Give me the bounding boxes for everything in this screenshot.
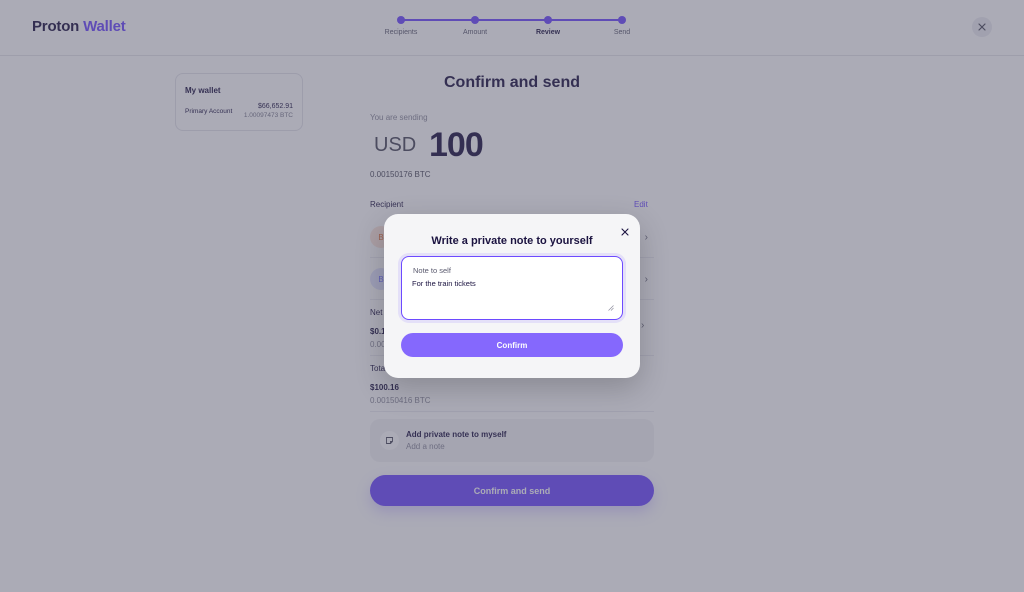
note-field-wrapper[interactable]: Note to self For the train tickets <box>401 256 623 320</box>
note-field-label: Note to self <box>413 266 451 275</box>
modal-title: Write a private note to yourself <box>431 235 593 247</box>
resize-handle-icon[interactable] <box>608 305 614 311</box>
confirm-note-button[interactable]: Confirm <box>401 333 623 357</box>
private-note-modal: Write a private note to yourself Note to… <box>384 214 640 378</box>
note-textarea[interactable]: For the train tickets <box>412 279 612 309</box>
